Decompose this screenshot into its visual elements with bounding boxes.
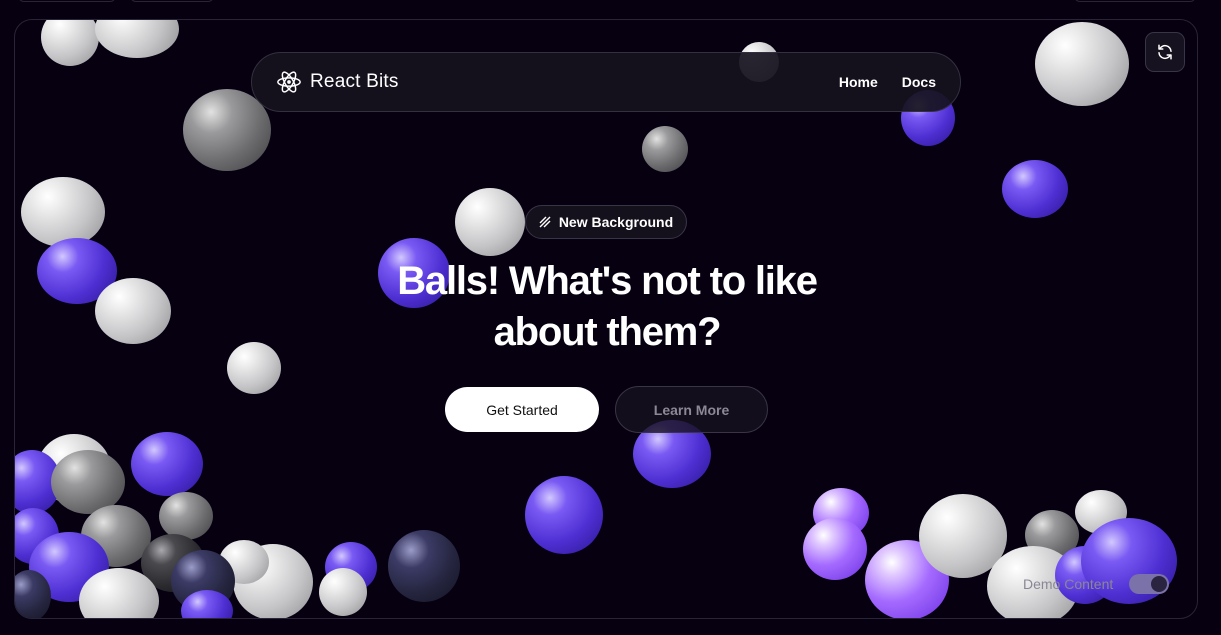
learn-more-button[interactable]: Learn More [615,386,768,433]
nav-link-docs[interactable]: Docs [902,74,936,90]
headline-line-2: about them? [493,310,722,354]
refresh-icon [1158,44,1172,60]
get-started-button[interactable]: Get Started [445,387,599,432]
ball [319,568,367,616]
headline-line-1: Balls! What's not to like [397,259,818,303]
ball [41,20,99,66]
toggle-switch[interactable] [1129,574,1170,594]
ball [95,278,171,344]
ball [1035,22,1129,106]
ball [1002,160,1068,218]
nav-link-home[interactable]: Home [839,74,878,90]
ball [21,177,105,247]
demo-content-label: Demo Content [1023,576,1114,592]
brand-name: React Bits [310,71,399,92]
badge-label: New Background [558,214,674,230]
ball [642,126,688,172]
refresh-button[interactable] [1145,32,1185,72]
new-background-badge: New Background [525,205,687,239]
atom-icon [277,71,301,93]
preview-canvas[interactable]: React Bits Home Docs New Background Ball… [14,19,1198,619]
toggle-knob [1151,576,1168,592]
nav-links: Home Docs [839,74,936,90]
stripes-icon [539,216,551,228]
ball [159,492,213,540]
ball [803,518,867,580]
brand[interactable]: React Bits [276,69,399,95]
ball [525,476,603,554]
navbar: React Bits Home Docs [251,52,961,112]
ball [388,530,460,602]
demo-content-toggle[interactable]: Demo Content [1023,574,1170,594]
ball [131,432,203,496]
ball [95,20,179,58]
hero-headline: Balls! What's not to like about them? [315,256,899,358]
ball [227,342,281,394]
ball [455,188,525,256]
